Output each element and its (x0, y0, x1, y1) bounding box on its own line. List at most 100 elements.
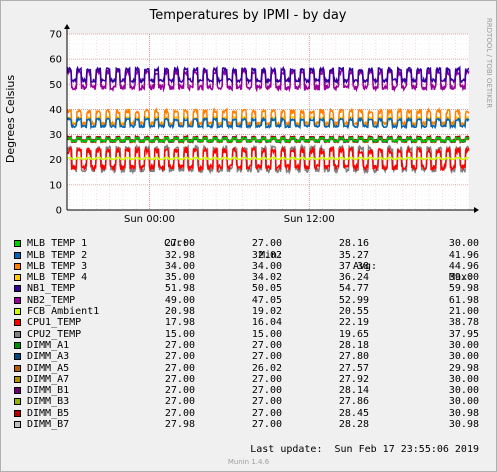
value-min: 50.05 (251, 283, 282, 295)
legend-swatch (14, 251, 21, 259)
legend-swatch (14, 375, 21, 383)
series-name: MLB TEMP 2 (27, 249, 88, 261)
value-min: 27.00 (251, 238, 282, 250)
value-cur: 27.00 (164, 339, 195, 351)
legend-row: FCB Ambient1 20.98 19.02 20.55 21.00 (1, 306, 496, 317)
legend-table: Cur: Min: Avg: Max: MLB TEMP 1 27.00 27.00… (1, 227, 496, 430)
series-name: DIMM_A7 (27, 373, 70, 385)
legend-swatch (14, 341, 21, 349)
legend-row: DIMM_B1 27.00 27.00 28.14 30.00 (1, 385, 496, 396)
series-name: CPU2_TEMP (27, 328, 82, 340)
plot-background (67, 34, 469, 210)
value-max: 44.96 (448, 260, 479, 272)
value-avg: 52.99 (338, 294, 369, 306)
legend-header: Cur: Min: Avg: Max: (1, 227, 496, 283)
y-tick-label: 50 (49, 80, 62, 91)
legend-row: DIMM_A5 27.00 26.02 27.57 29.98 (1, 363, 496, 374)
legend-row: NB1_TEMP 51.98 50.05 54.77 59.98 (1, 283, 496, 294)
y-axis-arrow (64, 24, 70, 29)
value-max: 37.95 (448, 328, 479, 340)
value-min: 26.02 (251, 362, 282, 374)
legend-swatch (14, 364, 21, 372)
value-min: 27.00 (251, 339, 282, 351)
value-max: 29.98 (448, 362, 479, 374)
value-max: 30.00 (448, 351, 479, 363)
legend-row: DIMM_A7 27.00 27.00 27.92 30.00 (1, 374, 496, 385)
legend-swatch (14, 398, 21, 406)
value-min: 34.00 (251, 260, 282, 272)
value-cur: 17.98 (164, 317, 195, 329)
legend-rows: MLB TEMP 1 27.00 27.00 28.16 30.00 MLB TEMP 2… (1, 238, 496, 430)
x-axis-arrow (474, 207, 479, 213)
y-tick-label: 30 (49, 130, 62, 141)
value-min: 27.00 (251, 385, 282, 397)
series-name: MLB TEMP 1 (27, 238, 88, 250)
value-min: 27.00 (251, 351, 282, 363)
value-cur: 27.00 (164, 238, 195, 250)
value-min: 16.04 (251, 317, 282, 329)
value-max: 30.98 (448, 407, 479, 419)
legend-row: NB2_TEMP 49.00 47.05 52.99 61.98 (1, 295, 496, 306)
legend-row: DIMM_A3 27.00 27.00 27.80 30.00 (1, 351, 496, 362)
value-avg: 19.65 (338, 328, 369, 340)
y-axis-label: Degrees Celsius (4, 75, 17, 164)
value-min: 47.05 (251, 294, 282, 306)
value-min: 27.00 (251, 407, 282, 419)
legend-swatch (14, 296, 21, 304)
rrdtool-watermark: RRDTOOL / TOBI OETIKER (485, 18, 493, 108)
legend-row: MLB TEMP 1 27.00 27.00 28.16 30.00 (1, 238, 496, 249)
series-name: DIMM_B3 (27, 396, 70, 408)
value-cur: 27.00 (164, 407, 195, 419)
value-cur: 34.00 (164, 260, 195, 272)
value-avg: 27.86 (338, 396, 369, 408)
value-avg: 27.80 (338, 351, 369, 363)
value-max: 30.00 (448, 339, 479, 351)
value-avg: 28.28 (338, 419, 369, 431)
munin-graph: Temperatures by IPMI - by day Degrees Ce… (0, 0, 497, 472)
legend-swatch (14, 409, 21, 417)
value-min: 15.00 (251, 328, 282, 340)
legend-swatch (14, 319, 21, 327)
legend-swatch (14, 285, 21, 293)
value-avg: 20.55 (338, 306, 369, 318)
value-avg: 22.19 (338, 317, 369, 329)
value-avg: 28.45 (338, 407, 369, 419)
value-max: 41.96 (448, 249, 479, 261)
value-cur: 15.00 (164, 328, 195, 340)
value-avg: 28.18 (338, 339, 369, 351)
series-name: DIMM_B5 (27, 407, 70, 419)
legend-swatch (14, 353, 21, 361)
legend-swatch (14, 274, 21, 282)
value-cur: 27.00 (164, 385, 195, 397)
value-avg: 27.57 (338, 362, 369, 374)
value-cur: 27.00 (164, 396, 195, 408)
y-tick-label: 10 (49, 180, 62, 191)
x-tick-label: Sun 00:00 (124, 214, 175, 225)
value-min: 32.02 (251, 249, 282, 261)
value-min: 27.00 (251, 373, 282, 385)
y-tick-label: 60 (49, 55, 62, 66)
legend-swatch (14, 421, 21, 429)
series-name: MLB TEMP 3 (27, 260, 88, 272)
value-cur: 32.98 (164, 249, 195, 261)
value-max: 61.98 (448, 294, 479, 306)
value-min: 27.00 (251, 396, 282, 408)
value-max: 30.00 (448, 396, 479, 408)
y-tick-label: 0 (56, 206, 62, 217)
legend-swatch (14, 308, 21, 316)
value-max: 30.00 (448, 238, 479, 250)
value-cur: 27.98 (164, 419, 195, 431)
series-name: MLB TEMP 4 (27, 272, 88, 284)
y-tick-label: 20 (49, 155, 62, 166)
value-max: 30.98 (448, 419, 479, 431)
legend-row: MLB TEMP 2 32.98 32.02 35.27 41.96 (1, 250, 496, 261)
series-name: CPU1_TEMP (27, 317, 82, 329)
legend-swatch (14, 240, 21, 248)
y-tick-label: 70 (49, 30, 62, 41)
legend-row: DIMM_A1 27.00 27.00 28.18 30.00 (1, 340, 496, 351)
value-cur: 27.00 (164, 373, 195, 385)
value-min: 34.02 (251, 272, 282, 284)
value-avg: 28.14 (338, 385, 369, 397)
series-name: DIMM_B7 (27, 419, 70, 431)
series-name: FCB Ambient1 (27, 306, 100, 318)
